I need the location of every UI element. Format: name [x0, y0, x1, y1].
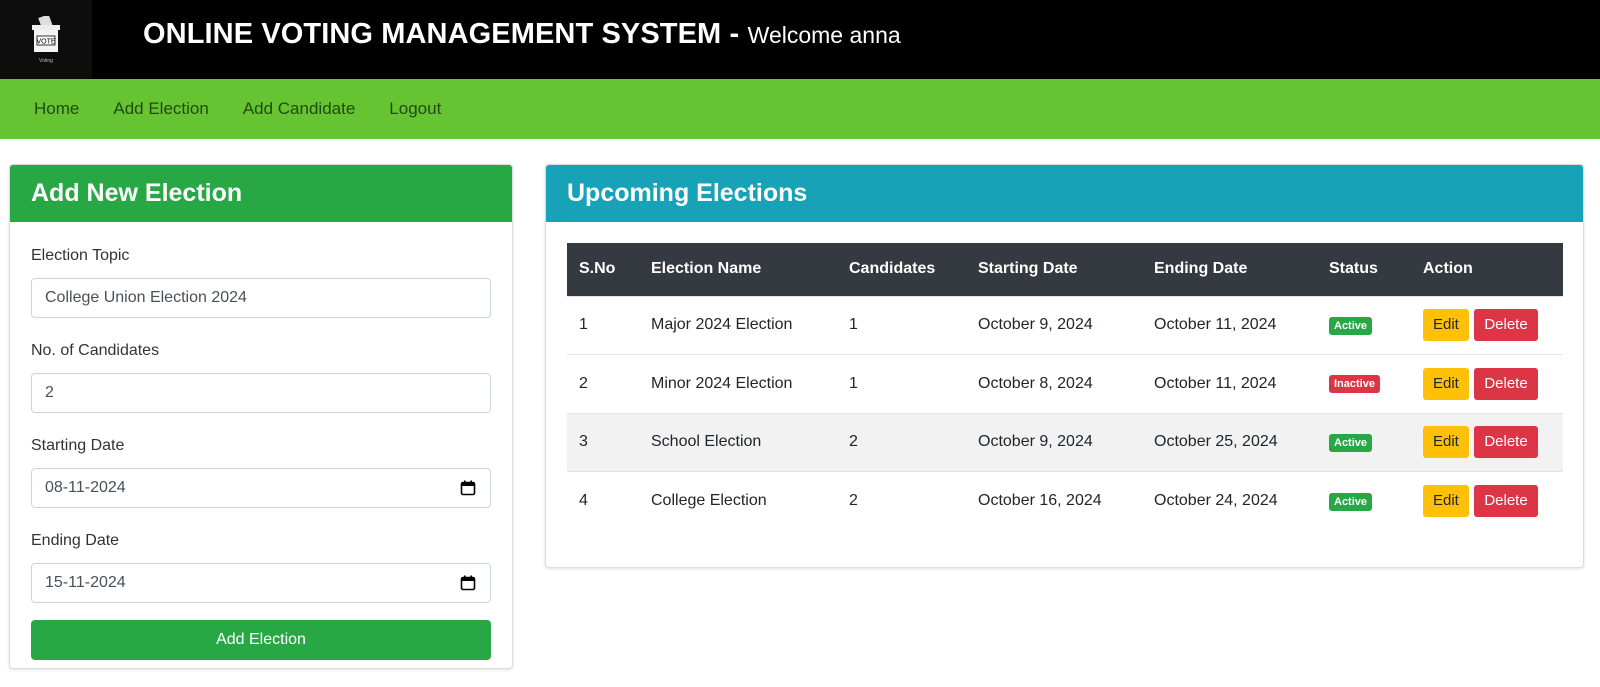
delete-button[interactable]: Delete — [1474, 426, 1538, 459]
elections-table-wrapper: S.No Election Name Candidates Starting D… — [567, 243, 1563, 530]
cell-sno: 4 — [567, 471, 639, 530]
end-date-label: Ending Date — [31, 532, 120, 549]
status-badge: Active — [1329, 492, 1373, 511]
cell-status: Inactive — [1317, 354, 1411, 413]
upcoming-elections-heading: Upcoming Elections — [546, 165, 1583, 222]
status-badge: Active — [1329, 316, 1373, 335]
cell-election-name: College Election — [639, 471, 837, 530]
cell-election-name: Minor 2024 Election — [639, 354, 837, 413]
calendar-icon[interactable] — [460, 480, 476, 501]
add-election-form: Election Topic College Union Election 20… — [10, 247, 512, 660]
cell-ending-date: October 11, 2024 — [1142, 295, 1317, 355]
edit-button[interactable]: Edit — [1423, 485, 1469, 517]
col-ending-date: Ending Date — [1142, 243, 1317, 296]
nav-add-election[interactable]: Add Election — [113, 99, 208, 119]
cell-sno: 3 — [567, 412, 639, 472]
cell-action: Edit Delete — [1411, 412, 1563, 472]
system-title: ONLINE VOTING MANAGEMENT SYSTEM - — [143, 18, 740, 50]
cell-starting-date: October 9, 2024 — [966, 412, 1142, 472]
cell-ending-date: October 25, 2024 — [1142, 412, 1317, 472]
table-row: 3 School Election 2 October 9, 2024 Octo… — [567, 412, 1563, 472]
topic-value: College Union Election 2024 — [45, 289, 247, 306]
cell-starting-date: October 9, 2024 — [966, 295, 1142, 355]
candidates-label: No. of Candidates — [31, 342, 160, 359]
welcome-text: Welcome anna — [747, 22, 901, 48]
nav-logout[interactable]: Logout — [389, 99, 441, 119]
cell-status: Active — [1317, 412, 1411, 472]
main-nav: Home Add Election Add Candidate Logout — [0, 79, 1600, 139]
cell-starting-date: October 8, 2024 — [966, 354, 1142, 413]
cell-ending-date: October 24, 2024 — [1142, 471, 1317, 530]
table-row: 2 Minor 2024 Election 1 October 8, 2024 … — [567, 354, 1563, 413]
start-date-label: Starting Date — [31, 437, 125, 454]
page-title: ONLINE VOTING MANAGEMENT SYSTEM - Welcom… — [143, 18, 901, 51]
delete-button[interactable]: Delete — [1474, 367, 1538, 400]
table-row: 1 Major 2024 Election 1 October 9, 2024 … — [567, 295, 1563, 355]
svg-text:VOTE: VOTE — [36, 38, 55, 45]
status-badge: Active — [1329, 433, 1373, 452]
topic-input[interactable]: College Union Election 2024 — [31, 278, 491, 318]
table-row: 4 College Election 2 October 16, 2024 Oc… — [567, 471, 1563, 530]
candidates-input[interactable]: 2 — [31, 373, 491, 413]
edit-button[interactable]: Edit — [1423, 309, 1469, 342]
add-election-heading: Add New Election — [10, 165, 512, 222]
col-starting-date: Starting Date — [966, 243, 1142, 296]
end-date-input[interactable]: 15-11-2024 — [31, 563, 491, 603]
cell-candidates: 1 — [837, 354, 966, 413]
edit-button[interactable]: Edit — [1423, 367, 1469, 400]
logo-caption: Voting — [39, 57, 53, 64]
cell-action: Edit Delete — [1411, 471, 1563, 530]
cell-action: Edit Delete — [1411, 295, 1563, 355]
calendar-icon[interactable] — [460, 575, 476, 596]
edit-button[interactable]: Edit — [1423, 426, 1469, 459]
cell-sno: 1 — [567, 295, 639, 355]
ballot-box-icon: VOTE — [32, 15, 60, 52]
cell-candidates: 2 — [837, 412, 966, 472]
cell-status: Active — [1317, 471, 1411, 530]
delete-button[interactable]: Delete — [1474, 309, 1538, 342]
start-date-input[interactable]: 08-11-2024 — [31, 468, 491, 508]
col-action: Action — [1411, 243, 1563, 296]
start-date-value: 08-11-2024 — [45, 479, 126, 496]
cell-starting-date: October 16, 2024 — [966, 471, 1142, 530]
col-sno: S.No — [567, 243, 639, 296]
cell-election-name: Major 2024 Election — [639, 295, 837, 355]
elections-table: S.No Election Name Candidates Starting D… — [567, 243, 1563, 530]
table-header-row: S.No Election Name Candidates Starting D… — [567, 243, 1563, 296]
cell-candidates: 1 — [837, 295, 966, 355]
add-election-card: Add New Election Election Topic College … — [9, 164, 513, 669]
cell-status: Active — [1317, 295, 1411, 355]
add-election-button[interactable]: Add Election — [31, 620, 491, 660]
cell-sno: 2 — [567, 354, 639, 413]
col-election-name: Election Name — [639, 243, 837, 296]
cell-action: Edit Delete — [1411, 354, 1563, 413]
status-badge: Inactive — [1329, 375, 1380, 394]
delete-button[interactable]: Delete — [1474, 485, 1538, 517]
col-status: Status — [1317, 243, 1411, 296]
end-date-value: 15-11-2024 — [45, 574, 126, 591]
nav-add-candidate[interactable]: Add Candidate — [243, 99, 355, 119]
col-candidates: Candidates — [837, 243, 966, 296]
nav-home[interactable]: Home — [34, 99, 79, 119]
topic-label: Election Topic — [31, 247, 130, 264]
upcoming-elections-card: Upcoming Elections S.No Election Name Ca… — [545, 164, 1584, 568]
cell-candidates: 2 — [837, 471, 966, 530]
cell-election-name: School Election — [639, 412, 837, 472]
candidates-value: 2 — [45, 384, 54, 401]
ballot-box-logo: VOTE Voting — [0, 0, 92, 79]
cell-ending-date: October 11, 2024 — [1142, 354, 1317, 413]
app-header: VOTE Voting ONLINE VOTING MANAGEMENT SYS… — [0, 0, 1600, 79]
